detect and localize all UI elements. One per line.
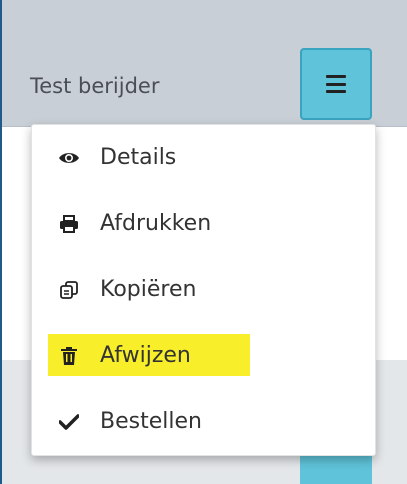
row-header: Test berijder xyxy=(0,0,407,127)
menu-item-label: Afdrukken xyxy=(100,211,212,236)
printer-icon xyxy=(58,213,80,235)
menu-item-order[interactable]: Bestellen xyxy=(32,395,375,451)
row-title: Test berijder xyxy=(30,74,160,98)
screen: Test berijder Details Afdrukken Kopiëren… xyxy=(0,0,407,484)
copy-icon xyxy=(58,279,80,301)
menu-item-copy[interactable]: Kopiëren xyxy=(32,263,375,319)
menu-item-details[interactable]: Details xyxy=(32,131,375,187)
menu-item-reject[interactable]: Afwijzen xyxy=(32,329,375,385)
actions-dropdown: Details Afdrukken Kopiëren Afwijzen Best… xyxy=(31,124,376,456)
menu-item-label: Bestellen xyxy=(100,409,202,434)
menu-item-label: Details xyxy=(100,145,177,170)
trash-icon xyxy=(58,345,80,367)
menu-item-print[interactable]: Afdrukken xyxy=(32,197,375,253)
checkmark-icon xyxy=(58,411,80,433)
menu-item-label: Kopiëren xyxy=(100,277,197,302)
hamburger-icon xyxy=(326,75,346,93)
eye-icon xyxy=(58,147,80,169)
left-border xyxy=(0,0,2,484)
menu-item-label: Afwijzen xyxy=(100,343,191,368)
menu-toggle-button[interactable] xyxy=(300,48,372,120)
